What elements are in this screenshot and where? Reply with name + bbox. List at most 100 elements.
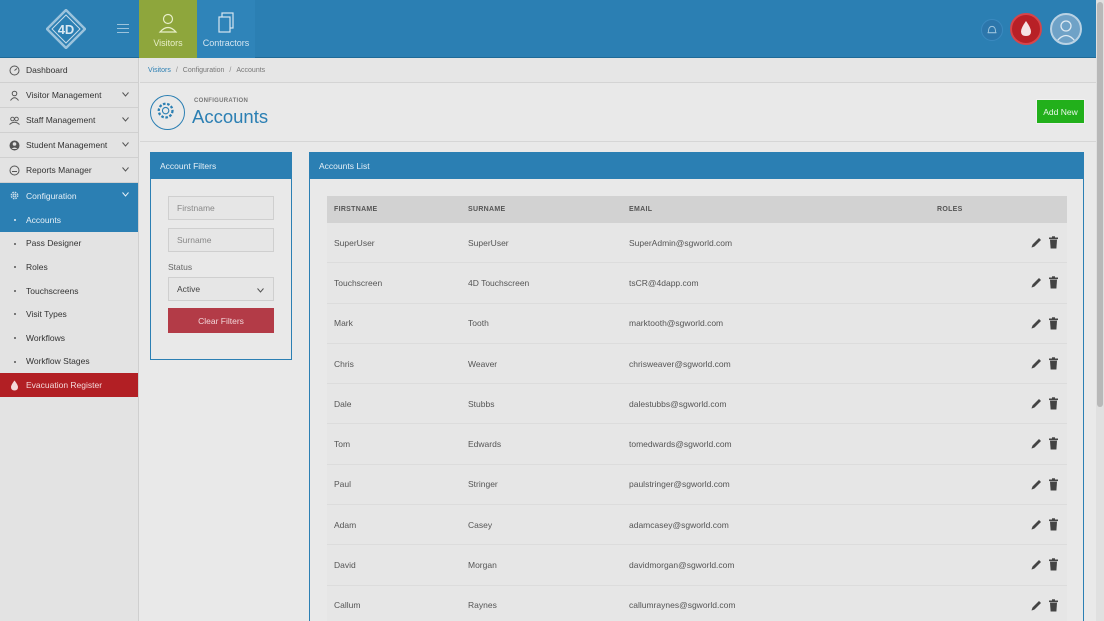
user-avatar[interactable]: [1050, 13, 1082, 45]
account-filters-panel: Account Filters Firstname Surname Status…: [150, 152, 292, 360]
cell-firstname: SuperUser: [334, 237, 375, 248]
delete-trash-icon[interactable]: [1048, 357, 1059, 370]
edit-pencil-icon[interactable]: [1030, 437, 1043, 450]
edit-pencil-icon[interactable]: [1030, 357, 1043, 370]
sidebar-item-staff-management[interactable]: Staff Management: [0, 108, 138, 133]
delete-trash-icon[interactable]: [1048, 397, 1059, 410]
sidebar-subitem-accounts[interactable]: Accounts: [0, 208, 138, 232]
chevron-down-icon: [122, 142, 129, 147]
sidebar-subitem-label: Pass Designer: [26, 238, 82, 249]
cell-surname: Edwards: [468, 439, 502, 450]
visitor-icon: [158, 13, 178, 33]
firstname-input[interactable]: Firstname: [168, 196, 274, 220]
table-row[interactable]: Callum Raynes callumraynes@sgworld.com: [327, 585, 1067, 621]
delete-trash-icon[interactable]: [1048, 276, 1059, 289]
sidebar-subitem-roles[interactable]: Roles: [0, 255, 138, 279]
cell-email: callumraynes@sgworld.com: [629, 600, 736, 611]
tab-contractors[interactable]: Contractors: [197, 0, 255, 58]
dashboard-icon: [9, 65, 20, 76]
surname-input[interactable]: Surname: [168, 228, 274, 252]
accounts-list-panel: Accounts List FIRSTNAME SURNAME EMAIL RO…: [309, 152, 1084, 621]
chevron-down-icon: [122, 167, 129, 172]
flame-icon: [11, 380, 18, 391]
status-value: Active: [177, 284, 201, 294]
user-icon: [1056, 20, 1076, 42]
edit-pencil-icon[interactable]: [1030, 478, 1043, 491]
evacuation-alert-button[interactable]: [1010, 13, 1042, 45]
cell-firstname: Dale: [334, 398, 352, 409]
column-header-email[interactable]: EMAIL: [629, 206, 652, 213]
delete-trash-icon[interactable]: [1048, 478, 1059, 491]
edit-pencil-icon[interactable]: [1030, 558, 1043, 571]
column-header-firstname[interactable]: FIRSTNAME: [334, 206, 378, 213]
edit-pencil-icon[interactable]: [1030, 397, 1043, 410]
table-row[interactable]: David Morgan davidmorgan@sgworld.com: [327, 545, 1067, 586]
table-row[interactable]: Touchscreen 4D Touchscreen tsCR@4dapp.com: [327, 263, 1067, 304]
cell-surname: Tooth: [468, 318, 489, 329]
delete-trash-icon[interactable]: [1048, 437, 1059, 450]
column-header-roles[interactable]: ROLES: [937, 206, 963, 213]
delete-trash-icon[interactable]: [1048, 518, 1059, 531]
sidebar-subitem-label: Visit Types: [26, 309, 67, 320]
clear-filters-button[interactable]: Clear Filters: [168, 308, 274, 333]
sidebar-subitem-label: Workflow Stages: [26, 356, 90, 367]
delete-trash-icon[interactable]: [1048, 598, 1059, 612]
panel-title: Accounts List: [310, 153, 1083, 179]
status-select[interactable]: Active: [168, 277, 274, 301]
sidebar-item-visitor-management[interactable]: Visitor Management: [0, 83, 138, 108]
table-row[interactable]: SuperUser SuperUser SuperAdmin@sgworld.com: [327, 223, 1067, 264]
edit-pencil-icon[interactable]: [1030, 317, 1043, 330]
sidebar-subitem-workflow-stages[interactable]: Workflow Stages: [0, 350, 138, 374]
chevron-down-icon: [257, 288, 264, 293]
delete-trash-icon[interactable]: [1048, 236, 1059, 249]
tab-visitors[interactable]: Visitors: [139, 0, 197, 58]
menu-toggle-icon[interactable]: [117, 24, 129, 34]
table-row[interactable]: Paul Stringer paulstringer@sgworld.com: [327, 464, 1067, 506]
cell-email: tomedwards@sgworld.com: [629, 439, 732, 450]
table-row[interactable]: Chris Weaver chrisweaver@sgworld.com: [327, 343, 1067, 385]
sidebar-item-configuration[interactable]: Configuration: [0, 183, 138, 208]
cell-firstname: Touchscreen: [334, 277, 383, 288]
tab-label: Visitors: [153, 38, 183, 48]
sidebar: Dashboard Visitor Management Staff Manag…: [0, 58, 139, 621]
cell-email: tsCR@4dapp.com: [629, 277, 699, 288]
cell-surname: Weaver: [468, 358, 498, 369]
sidebar-item-label: Evacuation Register: [26, 380, 103, 391]
delete-trash-icon[interactable]: [1048, 316, 1059, 330]
table-row[interactable]: Mark Tooth marktooth@sgworld.com: [327, 303, 1067, 344]
sidebar-item-student-management[interactable]: Student Management: [0, 133, 138, 158]
4d-logo[interactable]: 4D: [46, 9, 86, 49]
sidebar-subitem-touchscreens[interactable]: Touchscreens: [0, 279, 138, 303]
table-row[interactable]: Dale Stubbs dalestubbs@sgworld.com: [327, 384, 1067, 425]
status-label: Status: [168, 262, 193, 272]
cell-surname: Casey: [468, 519, 493, 530]
cell-surname: Stringer: [468, 479, 498, 490]
table-body: SuperUser SuperUser SuperAdmin@sgworld.com…: [327, 223, 1067, 621]
delete-trash-icon[interactable]: [1048, 558, 1059, 571]
cell-firstname: Callum: [334, 600, 361, 611]
panel-title: Account Filters: [151, 153, 291, 179]
add-new-button[interactable]: Add New: [1036, 99, 1085, 124]
edit-pencil-icon[interactable]: [1030, 236, 1043, 249]
sidebar-subitem-pass-designer[interactable]: Pass Designer: [0, 232, 138, 256]
notification-button[interactable]: [981, 19, 1003, 41]
visitor-icon: [10, 90, 19, 101]
sidebar-item-reports-manager[interactable]: Reports Manager: [0, 158, 138, 183]
edit-pencil-icon[interactable]: [1030, 599, 1043, 612]
scrollbar-thumb[interactable]: [1097, 2, 1103, 407]
cell-email: paulstringer@sgworld.com: [629, 479, 730, 490]
page-gear-icon: [150, 95, 185, 130]
sidebar-subitem-visit-types[interactable]: Visit Types: [0, 302, 138, 326]
edit-pencil-icon[interactable]: [1030, 518, 1043, 531]
table-row[interactable]: Adam Casey adamcasey@sgworld.com: [327, 505, 1067, 546]
breadcrumb-visitors-link[interactable]: Visitors: [148, 67, 171, 74]
column-header-surname[interactable]: SURNAME: [468, 206, 506, 213]
sidebar-item-evacuation-register[interactable]: Evacuation Register: [0, 373, 138, 398]
sidebar-subitem-workflows[interactable]: Workflows: [0, 326, 138, 350]
table-row[interactable]: Tom Edwards tomedwards@sgworld.com: [327, 424, 1067, 465]
sidebar-item-dashboard[interactable]: Dashboard: [0, 58, 138, 83]
edit-pencil-icon[interactable]: [1030, 276, 1043, 289]
sidebar-subitem-label: Workflows: [26, 332, 66, 343]
sidebar-item-label: Staff Management: [26, 115, 96, 125]
cell-surname: SuperUser: [468, 237, 509, 248]
